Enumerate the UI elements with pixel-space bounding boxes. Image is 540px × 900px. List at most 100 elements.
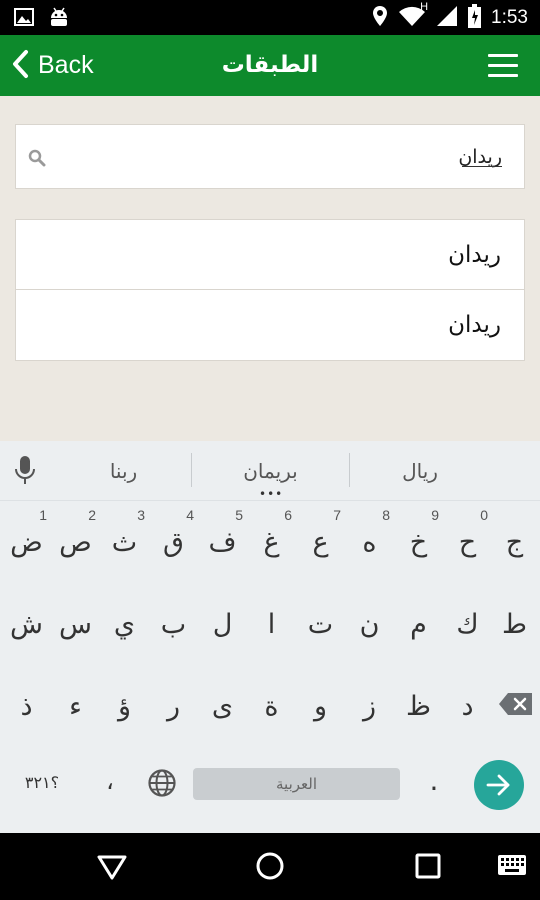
key-label: ش xyxy=(10,609,43,640)
key[interactable]: ة xyxy=(247,665,296,735)
key[interactable]: د xyxy=(443,665,492,735)
key[interactable]: 6غ xyxy=(247,501,296,571)
key[interactable]: 3ث xyxy=(100,501,149,571)
key-hint: 1 xyxy=(39,507,47,523)
soft-keyboard: ربنا بريمان ••• ريال 1ض 2ص 3ث 4ق 5ف 6غ 7… xyxy=(0,441,540,833)
key[interactable]: ر xyxy=(149,665,198,735)
key-label: ح xyxy=(458,527,477,558)
key[interactable]: ش xyxy=(2,583,51,653)
key-label: ا xyxy=(267,609,276,640)
enter-key[interactable] xyxy=(474,760,524,810)
image-icon xyxy=(14,8,34,30)
list-item[interactable]: ريدان xyxy=(16,220,524,290)
key[interactable]: 9خ xyxy=(394,501,443,571)
key-label: ج xyxy=(505,527,524,558)
back-triangle-icon[interactable] xyxy=(96,853,128,885)
key[interactable]: 0ح xyxy=(443,501,492,571)
key[interactable]: ؤ xyxy=(100,665,149,735)
key[interactable]: 4ق xyxy=(149,501,198,571)
space-bar[interactable]: العربية xyxy=(193,768,400,800)
app-bar: Back الطبقات xyxy=(0,35,540,96)
key-hint: 3 xyxy=(137,507,145,523)
search-icon xyxy=(28,149,46,171)
key[interactable]: ج xyxy=(490,501,539,571)
key[interactable]: 2ص xyxy=(51,501,100,571)
key-hint: 4 xyxy=(186,507,194,523)
key-label: ع xyxy=(312,527,329,558)
key[interactable]: ى xyxy=(198,665,247,735)
key-label: ظ xyxy=(406,691,431,722)
key[interactable]: و xyxy=(296,665,345,735)
suggestion-strip: ربنا بريمان ••• ريال xyxy=(0,441,540,501)
key[interactable]: ا xyxy=(247,583,296,653)
key[interactable]: ك xyxy=(443,583,492,653)
key-label: ذ xyxy=(20,691,33,722)
keyboard-icon[interactable] xyxy=(497,854,527,882)
back-label: Back xyxy=(38,51,94,79)
key-label: ى xyxy=(211,691,234,722)
key-label: ب xyxy=(160,609,187,640)
comma-key[interactable]: ، xyxy=(90,763,130,799)
key-label: ث xyxy=(111,527,138,558)
key-label: ة xyxy=(264,691,279,722)
microphone-icon[interactable] xyxy=(14,455,36,489)
menu-button[interactable] xyxy=(488,54,518,78)
key[interactable]: ل xyxy=(198,583,247,653)
menu-icon xyxy=(488,54,518,57)
key-hint: 0 xyxy=(480,507,488,523)
key-label: ض xyxy=(10,527,43,558)
location-icon xyxy=(372,5,388,31)
list-item[interactable]: ريدان xyxy=(16,290,524,360)
key[interactable]: م xyxy=(394,583,443,653)
key[interactable]: 1ض xyxy=(2,501,51,571)
key-label: ه xyxy=(362,527,377,558)
suggestion-right[interactable]: ريال xyxy=(350,441,490,501)
search-input[interactable] xyxy=(72,125,502,188)
backspace-icon xyxy=(498,692,534,723)
suggestion-left[interactable]: ربنا xyxy=(56,441,191,501)
key-label: غ xyxy=(263,527,280,558)
key[interactable]: ذ xyxy=(2,665,51,735)
key-label: ز xyxy=(362,691,377,722)
key-hint: 5 xyxy=(235,507,243,523)
status-bar: H 1:53 xyxy=(0,0,540,35)
recents-square-icon[interactable] xyxy=(414,852,442,884)
symbols-key[interactable]: ؟٣٢١ xyxy=(14,769,70,797)
key[interactable]: ن xyxy=(345,583,394,653)
key-label: د xyxy=(461,691,474,722)
language-key[interactable] xyxy=(146,768,178,800)
results-list: ريدان ريدان xyxy=(15,219,525,361)
key-label: ت xyxy=(307,609,334,640)
key[interactable]: ء xyxy=(51,665,100,735)
key[interactable]: ظ xyxy=(394,665,443,735)
key-label: ط xyxy=(502,609,527,640)
key[interactable]: ط xyxy=(490,583,539,653)
key-hint: 7 xyxy=(333,507,341,523)
key-hint: 9 xyxy=(431,507,439,523)
key[interactable]: 8ه xyxy=(345,501,394,571)
period-key[interactable]: . xyxy=(414,761,454,801)
key-label: ر xyxy=(166,691,181,722)
search-box[interactable] xyxy=(15,124,525,189)
screen: H 1:53 Back الطبقات ريدان ريدان ريدان رب… xyxy=(0,0,540,900)
key[interactable]: ت xyxy=(296,583,345,653)
key-hint: 2 xyxy=(88,507,96,523)
key[interactable]: ب xyxy=(149,583,198,653)
clock: 1:53 xyxy=(491,7,528,28)
key-label: ء xyxy=(69,691,82,722)
android-icon xyxy=(48,6,70,32)
key-label: ق xyxy=(163,527,184,558)
more-suggestions-indicator[interactable]: ••• xyxy=(259,488,283,500)
home-circle-icon[interactable] xyxy=(255,851,285,885)
key[interactable]: ي xyxy=(100,583,149,653)
key-label: و xyxy=(313,691,328,722)
key[interactable]: 7ع xyxy=(296,501,345,571)
key-label: ؤ xyxy=(117,691,132,722)
key[interactable]: س xyxy=(51,583,100,653)
backspace-key[interactable] xyxy=(490,665,539,735)
key[interactable]: ز xyxy=(345,665,394,735)
composing-underline xyxy=(462,166,502,167)
key-label: س xyxy=(59,609,92,640)
back-button[interactable]: Back xyxy=(10,35,94,96)
key[interactable]: 5ف xyxy=(198,501,247,571)
